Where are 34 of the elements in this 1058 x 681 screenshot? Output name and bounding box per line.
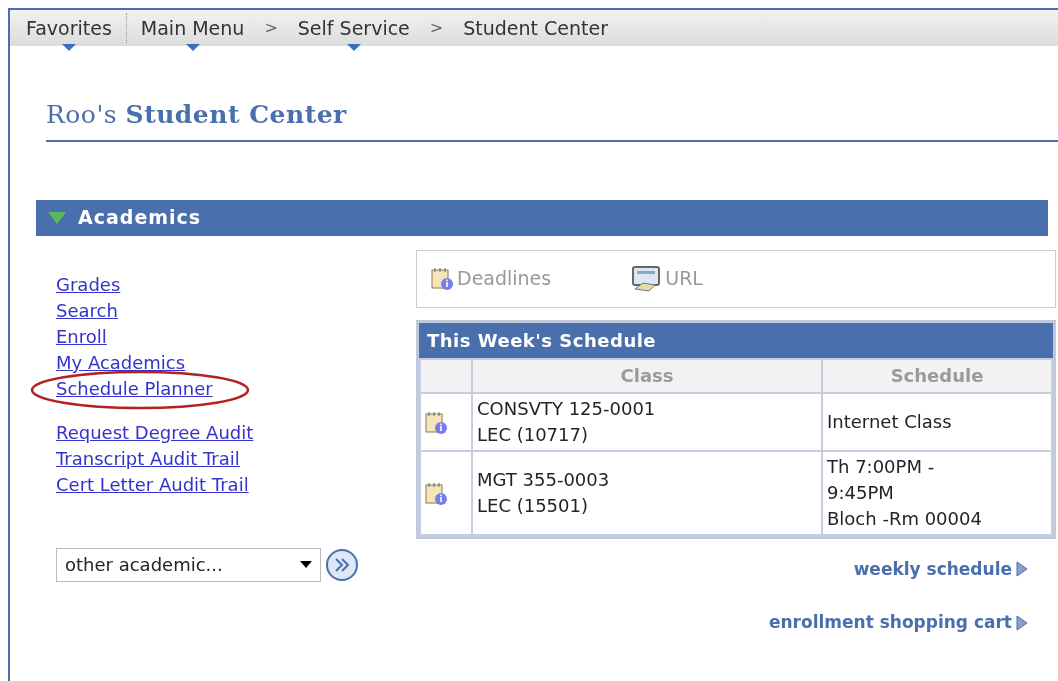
calendar-info-icon (425, 411, 447, 435)
monitor-icon (631, 264, 662, 293)
column-header: Class (620, 365, 674, 386)
page-title: Roo's Student Center (46, 96, 1058, 142)
section-title: Academics (78, 205, 202, 231)
table-cell-text: Th 7:00PM - 9:45PM Bloch -Rm 00004 (827, 454, 983, 531)
table-cell-text: CONSVTY 125-0001 LEC (10717) (477, 396, 657, 447)
chevron-separator: > (264, 17, 278, 39)
table-cell-text: MGT 355-0003 LEC (15501) (477, 467, 611, 518)
caret-icon (300, 561, 312, 568)
go-button[interactable] (325, 547, 359, 582)
column-header: Schedule (890, 365, 984, 386)
section-header[interactable]: Academics (36, 199, 1048, 236)
chevron-separator: > (429, 17, 444, 39)
play-arrow-icon (1016, 561, 1028, 578)
nav-link[interactable]: Grades (56, 271, 121, 298)
breadcrumb-item[interactable]: Self Service (289, 13, 418, 43)
nav-link[interactable]: Transcript Audit Trail (56, 445, 240, 472)
nav-link[interactable]: Cert Letter Audit Trail (56, 471, 249, 498)
nav-link[interactable]: Request Degree Audit (56, 419, 254, 446)
breadcrumb-item[interactable]: Main Menu (132, 13, 253, 43)
breadcrumb-item[interactable]: Student Center (455, 13, 616, 43)
nav-link[interactable]: Enroll (56, 323, 107, 350)
play-arrow-icon (1016, 614, 1028, 631)
footer-link[interactable]: enrollment shopping cart (768, 610, 1028, 636)
calendar-info-icon (425, 482, 447, 506)
calendar-info-icon (431, 266, 453, 291)
table-cell-text: Internet Class (827, 409, 953, 434)
nav-link[interactable]: My Academics (56, 349, 186, 376)
panel-title: This Week's Schedule (419, 322, 1053, 358)
nav-link[interactable]: Search (56, 297, 118, 324)
breadcrumb-item[interactable]: Favorites (18, 13, 120, 43)
footer-link[interactable]: weekly schedule (853, 556, 1028, 582)
select-dropdown[interactable]: other academic... (56, 547, 321, 582)
